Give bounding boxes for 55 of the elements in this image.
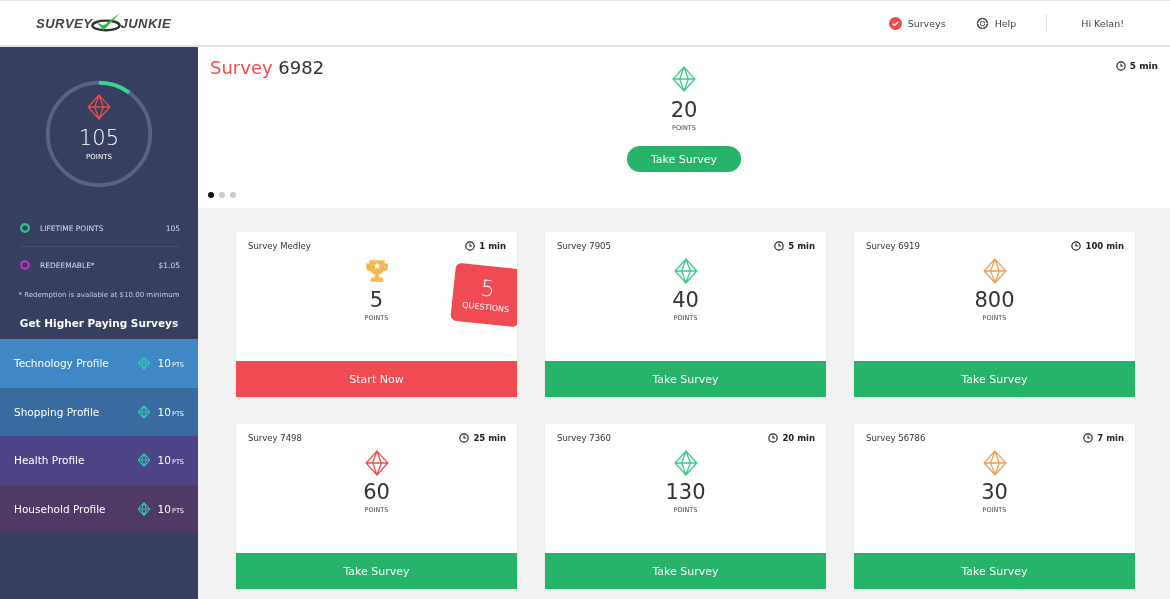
points-value: 105 bbox=[78, 126, 120, 150]
carousel-dot[interactable] bbox=[208, 192, 214, 198]
clock-icon bbox=[1115, 61, 1126, 71]
duration-label: 7 min bbox=[1097, 433, 1124, 443]
lifebuoy-icon bbox=[975, 16, 989, 30]
points-value: 5 bbox=[369, 288, 384, 312]
survey-title: Survey 7360 bbox=[557, 433, 611, 443]
points-value: 20 bbox=[670, 98, 698, 122]
logo-text: SURVEY bbox=[36, 15, 93, 31]
duration-label: 100 min bbox=[1085, 241, 1124, 251]
take-survey-button[interactable]: Take Survey bbox=[854, 553, 1135, 589]
diamond-icon bbox=[136, 501, 151, 516]
nav-link[interactable]: Help bbox=[975, 16, 1017, 30]
survey-title: Survey 6982 bbox=[210, 57, 325, 78]
points-value: 40 bbox=[672, 288, 699, 312]
badge-number: 5 bbox=[479, 277, 496, 301]
points-value: 130 bbox=[665, 480, 706, 504]
section-heading: Get Higher Paying Surveys bbox=[18, 317, 180, 329]
take-survey-button[interactable]: Take Survey bbox=[545, 553, 826, 589]
duration-label: 1 min bbox=[479, 241, 506, 251]
clock-icon bbox=[774, 241, 785, 251]
diamond-icon bbox=[136, 453, 151, 468]
start-now-button[interactable]: Start Now bbox=[236, 361, 517, 397]
user-greeting[interactable]: Hi Kelan! bbox=[1081, 17, 1124, 29]
clock-icon bbox=[1071, 241, 1082, 251]
clock-icon bbox=[1083, 433, 1094, 443]
survey-title: Survey 7498 bbox=[248, 433, 302, 443]
clock-icon bbox=[465, 241, 476, 251]
survey-title: Survey 7905 bbox=[557, 241, 611, 251]
take-survey-button[interactable]: Take Survey bbox=[627, 146, 741, 172]
survey-title: Survey Medley bbox=[248, 241, 311, 251]
carousel-dot[interactable] bbox=[219, 192, 225, 198]
diamond-icon bbox=[136, 356, 151, 371]
take-survey-button[interactable]: Take Survey bbox=[854, 361, 1135, 397]
carousel-dot[interactable] bbox=[230, 192, 236, 198]
nav-link[interactable]: Surveys bbox=[888, 16, 946, 30]
points-value: 30 bbox=[981, 480, 1008, 504]
clock-icon bbox=[459, 433, 470, 443]
logo-text: JUNKIE bbox=[120, 15, 172, 31]
take-survey-button[interactable]: Take Survey bbox=[545, 361, 826, 397]
duration-label: 20 min bbox=[782, 433, 815, 443]
points-value: 800 bbox=[974, 288, 1015, 312]
diamond-icon bbox=[86, 94, 112, 120]
checkmark-icon bbox=[888, 16, 902, 30]
duration-label: 25 min bbox=[473, 433, 506, 443]
points-value: 60 bbox=[363, 480, 390, 504]
duration-label: 5 min bbox=[788, 241, 815, 251]
clock-icon bbox=[768, 433, 779, 443]
trophy-icon bbox=[363, 258, 390, 284]
badge-label: QUESTIONS bbox=[461, 300, 510, 315]
survey-title: Survey 6919 bbox=[866, 241, 920, 251]
survey-title: Survey 56786 bbox=[866, 433, 926, 443]
duration-label: 5 min bbox=[1129, 61, 1158, 71]
diamond-icon bbox=[136, 404, 151, 419]
take-survey-button[interactable]: Take Survey bbox=[236, 553, 517, 589]
